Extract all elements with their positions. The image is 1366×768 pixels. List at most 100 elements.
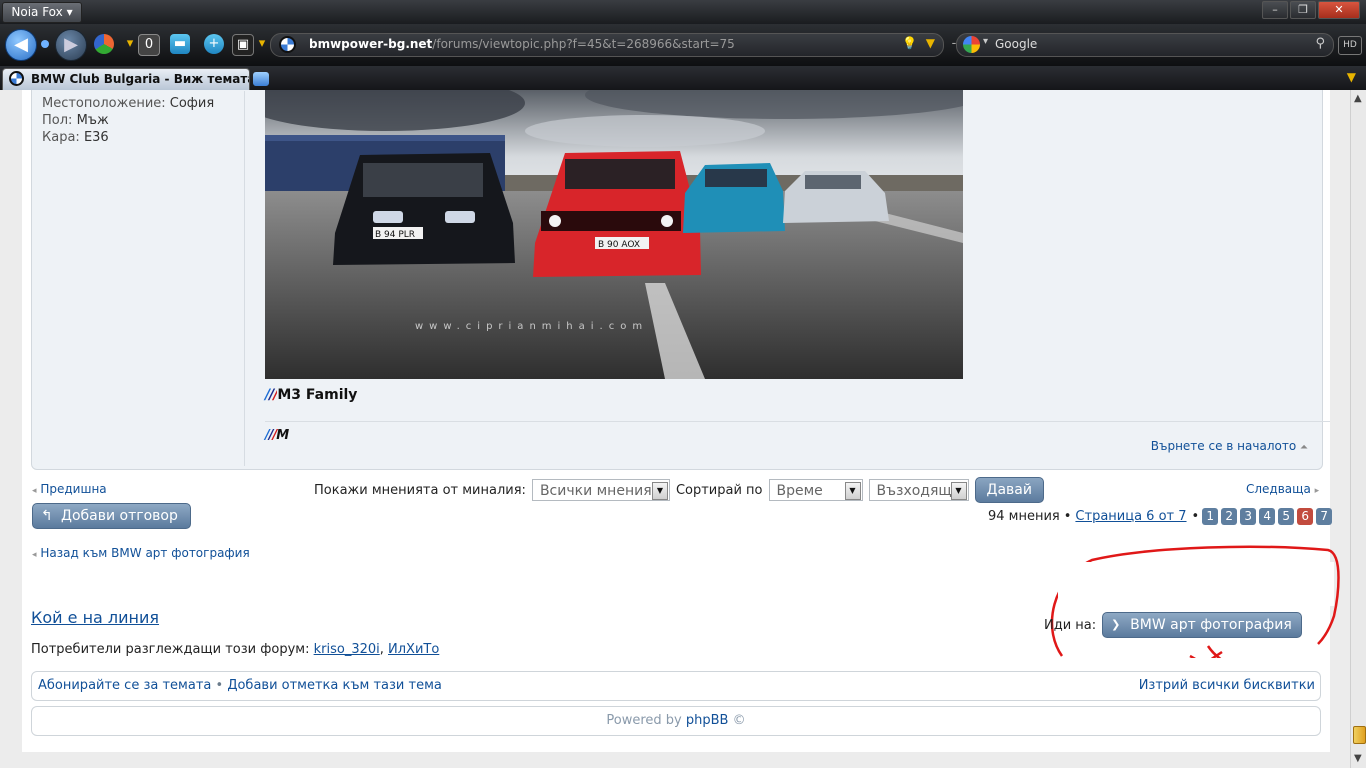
jump-to-forum: Иди на: ❯ BMW арт фотография	[1044, 612, 1303, 638]
camera-icon[interactable]: ▣	[232, 34, 254, 56]
maximize-button[interactable]: ❐	[1290, 1, 1316, 19]
browser-title-bar: Noia Fox ▾ – ❐ ✕	[0, 0, 1366, 24]
forum-page: Местоположение: София Пол: Мъж Кара: Е36	[22, 90, 1340, 752]
window-controls: – ❐ ✕	[1262, 1, 1360, 19]
tab-title: BMW Club Bulgaria - Виж темата - Т...	[31, 72, 249, 86]
signature-m-text: M	[276, 428, 290, 443]
address-text[interactable]: bmwpower-bg.net/forums/viewtopic.php?f=4…	[309, 37, 735, 51]
bookmark-topic-link[interactable]: Добави отметка към тази тема	[227, 678, 442, 693]
profile-car-value: Е36	[83, 130, 109, 145]
history-dot-icon[interactable]	[41, 40, 49, 48]
bullet-separator: •	[215, 678, 224, 693]
chevron-down-icon: ▼	[844, 482, 861, 500]
page-button-4[interactable]: 4	[1259, 508, 1276, 525]
show-posts-select[interactable]: Всички мнения ▼	[531, 479, 670, 501]
bulb-icon[interactable]: 💡	[902, 36, 917, 50]
dropdown-arrow-icon[interactable]: ▾	[120, 34, 140, 54]
close-window-button[interactable]: ✕	[1318, 1, 1360, 19]
online-user-link[interactable]: ИлХиТо	[388, 642, 439, 657]
chevron-down-icon: ▼	[651, 482, 668, 500]
page-button-current[interactable]: 6	[1297, 508, 1314, 525]
signature-divider	[265, 421, 1330, 422]
previous-label: Предишна	[40, 482, 107, 496]
bullet-separator: •	[1191, 509, 1200, 524]
page-button-3[interactable]: 3	[1240, 508, 1257, 525]
phpbb-link[interactable]: phpBB	[686, 713, 729, 728]
hd-icon[interactable]: HD	[1338, 36, 1362, 55]
topic-actions-left: Абонирайте се за темата • Добави отметка…	[38, 678, 442, 693]
tab-favicon-icon	[9, 71, 24, 86]
plate-center-text: B 90 AOX	[598, 240, 640, 250]
bullet-separator: •	[1063, 509, 1072, 524]
blank-white-box	[1058, 562, 1334, 606]
back-to-top-link[interactable]: Върнете се в началото ⏶	[1151, 439, 1308, 453]
signature-m-logo: ///M	[265, 428, 290, 443]
scroll-up-arrow-icon[interactable]: ▲	[1354, 93, 1362, 104]
folder-icon[interactable]: ▬	[170, 34, 190, 54]
next-arrow-icon: ▸	[1314, 486, 1320, 496]
forward-button[interactable]: ▶	[55, 29, 87, 61]
tab-bar: BMW Club Bulgaria - Виж темата - Т... ▼	[0, 66, 1366, 91]
tab-bmw-club[interactable]: BMW Club Bulgaria - Виж темата - Т...	[2, 68, 250, 90]
address-bar[interactable]: bmwpower-bg.net/forums/viewtopic.php?f=4…	[270, 33, 944, 57]
up-arrow-icon: ⏶	[1300, 442, 1308, 453]
profile-gender-value: Мъж	[76, 113, 109, 128]
search-icon[interactable]: ⚲	[1315, 36, 1325, 51]
delete-cookies-link[interactable]: Изтрий всички бисквитки	[1139, 678, 1315, 693]
search-engine-dropdown-icon[interactable]: ▾	[983, 36, 988, 47]
sort-by-value: Време	[776, 483, 823, 499]
back-button[interactable]: ◀	[5, 29, 37, 61]
sort-order-select[interactable]: Възходящ ▼	[868, 479, 969, 501]
address-domain: bmwpower-bg.net	[309, 37, 433, 51]
subscribe-topic-link[interactable]: Абонирайте се за темата	[38, 678, 211, 693]
show-posts-value: Всички мнения	[539, 483, 652, 499]
google-icon[interactable]	[963, 36, 980, 53]
search-engine-label[interactable]: Google	[995, 37, 1037, 51]
tab-list-arrow-icon[interactable]: ▼	[1347, 70, 1356, 84]
jump-to-forum-label: BMW арт фотография	[1130, 617, 1292, 633]
profile-gender: Пол: Мъж	[42, 112, 242, 129]
signature-title-text: M3 Family	[277, 387, 358, 403]
search-bar[interactable]: ▾ Google ⚲	[956, 33, 1334, 57]
vertical-scrollbar[interactable]: ▲ ▼	[1350, 90, 1366, 768]
sort-order-value: Възходящ	[876, 483, 952, 499]
sort-by-select[interactable]: Време ▼	[768, 479, 863, 501]
page-button-1[interactable]: 1	[1202, 508, 1219, 525]
online-user-link[interactable]: kriso_320i	[314, 642, 380, 657]
profile-car: Кара: Е36	[42, 129, 242, 146]
next-topic-link[interactable]: Следваща ▸	[1246, 482, 1319, 496]
back-to-forum-link[interactable]: ◂ Назад към BMW арт фотография	[32, 546, 250, 560]
counter-icon[interactable]: 0	[138, 34, 160, 56]
profile-location-key: Местоположение:	[42, 96, 166, 111]
add-reply-label: Добави отговор	[61, 508, 178, 524]
add-reply-button[interactable]: ↰ Добави отговор	[32, 503, 191, 529]
bookmark-star-icon[interactable]: ▼	[926, 36, 935, 50]
browser-menu-button[interactable]: Noia Fox ▾	[2, 2, 82, 23]
page-button-2[interactable]: 2	[1221, 508, 1238, 525]
page-button-5[interactable]: 5	[1278, 508, 1295, 525]
plus-icon[interactable]: +	[204, 34, 224, 54]
forum-post: Местоположение: София Пол: Мъж Кара: Е36	[31, 90, 1330, 470]
profile-gender-key: Пол:	[42, 113, 73, 128]
jump-to-forum-button[interactable]: ❯ BMW арт фотография	[1102, 612, 1303, 638]
back-to-forum-label: Назад към BMW арт фотография	[40, 546, 250, 560]
prev-arrow-icon: ◂	[32, 486, 37, 496]
new-tab-icon[interactable]	[253, 72, 269, 86]
who-is-online-title[interactable]: Кой е на линия	[31, 608, 159, 627]
bmw-cars-photo: B 94 PLR B 90 AOX www.ciprianmihai.com	[265, 90, 963, 379]
online-users-label: Потребители разглеждащи този форум:	[31, 642, 310, 657]
reply-arrow-icon: ↰	[41, 508, 53, 524]
scroll-down-arrow-icon[interactable]: ▼	[1354, 753, 1362, 764]
minimize-button[interactable]: –	[1262, 1, 1288, 19]
dropdown-arrow-icon-2[interactable]: ▾	[252, 34, 272, 54]
copyright-bar: Powered by phpBB ©	[31, 706, 1321, 736]
page-button-7[interactable]: 7	[1316, 508, 1333, 525]
colorful-addon-icon[interactable]	[94, 34, 114, 54]
scrollbar-thumb[interactable]	[1353, 726, 1366, 744]
back-to-top-label: Върнете се в началото	[1150, 439, 1297, 453]
topic-actions-bar: Абонирайте се за темата • Добави отметка…	[31, 671, 1321, 701]
go-button[interactable]: Давай	[974, 477, 1044, 503]
browser-menu-label: Noia Fox	[11, 5, 63, 19]
page-of-pages-link[interactable]: Страница 6 от 7	[1075, 509, 1186, 524]
previous-topic-link[interactable]: ◂ Предишна	[32, 482, 107, 496]
